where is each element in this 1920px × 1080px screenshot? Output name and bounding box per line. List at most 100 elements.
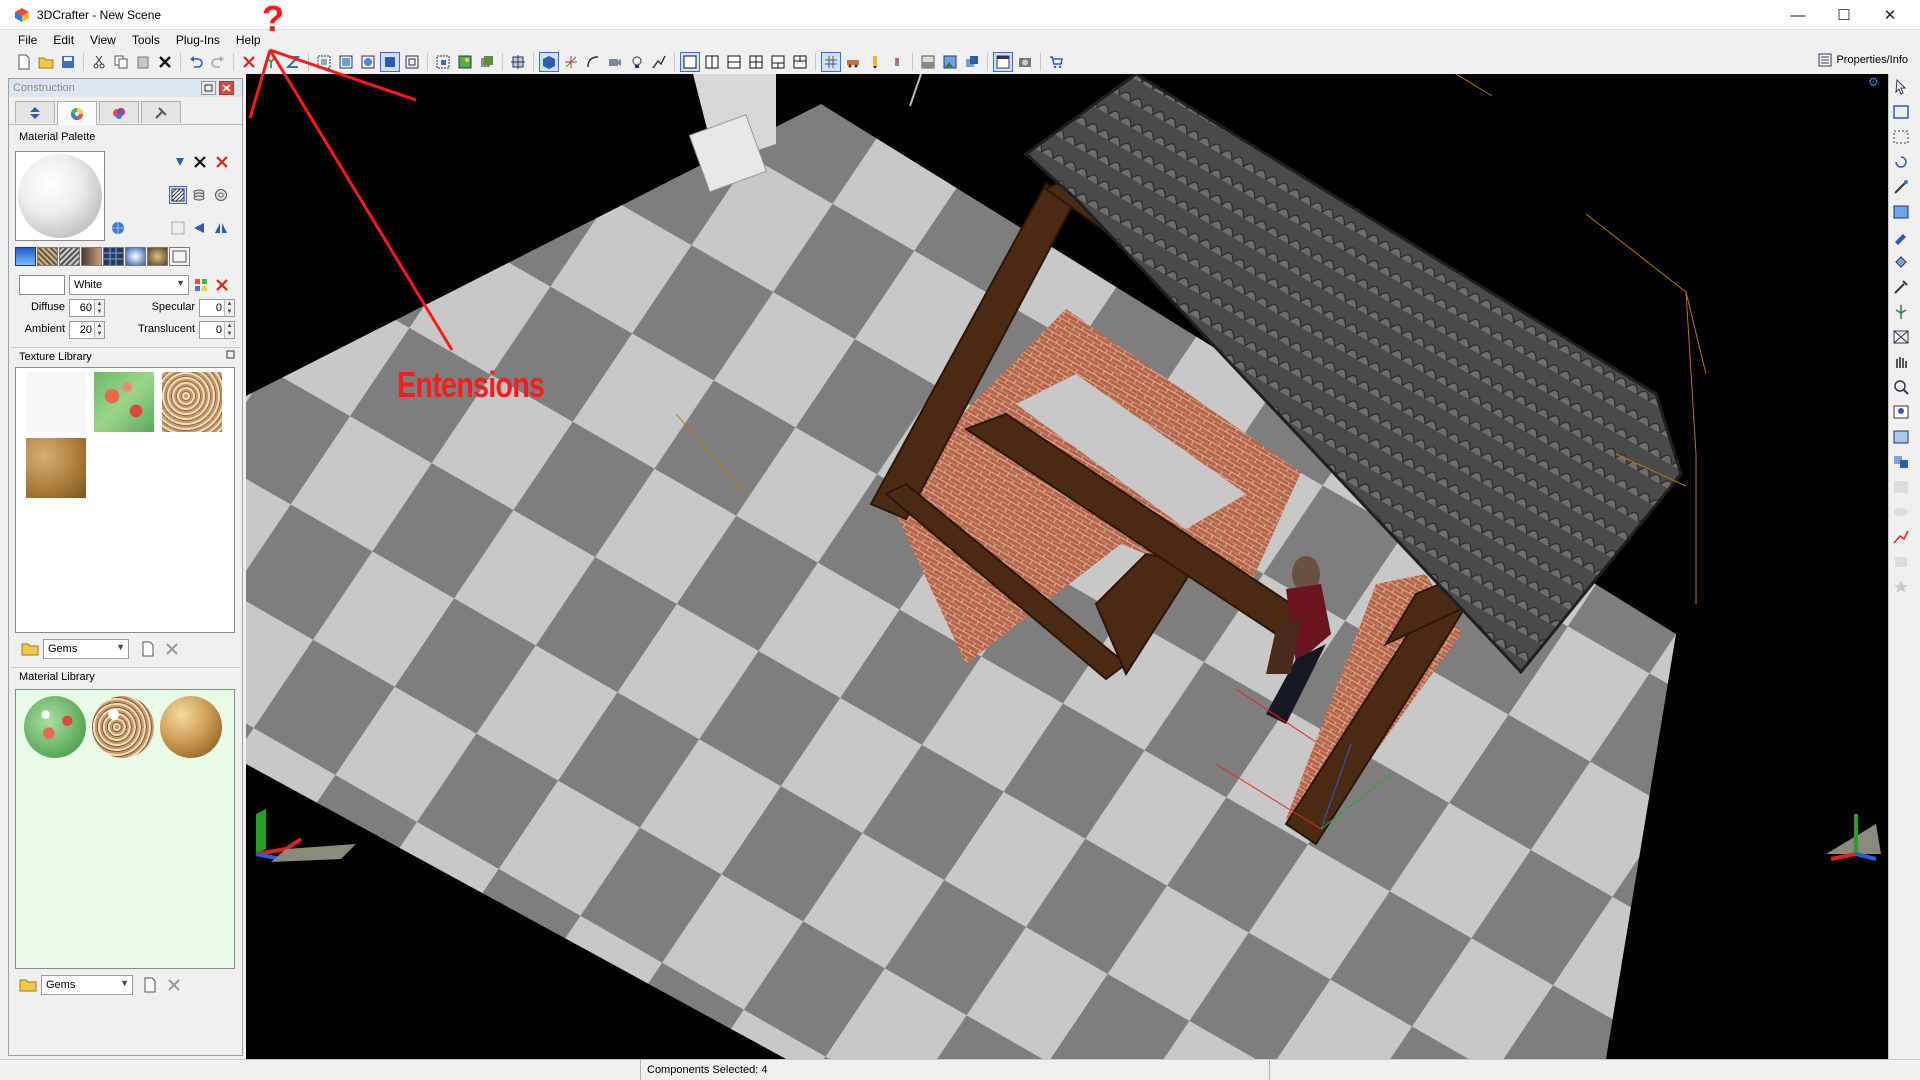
remove-red-x-icon[interactable] bbox=[239, 52, 259, 72]
texture-thumb-speckled[interactable] bbox=[162, 372, 222, 432]
new-file-icon[interactable] bbox=[14, 52, 34, 72]
shopping-cart-icon[interactable] bbox=[1046, 52, 1066, 72]
map-color-icon[interactable] bbox=[15, 247, 36, 266]
material-color-dropdown[interactable]: White ▼ bbox=[69, 275, 189, 295]
map-grid-icon[interactable] bbox=[103, 247, 124, 266]
select-arrow-icon[interactable] bbox=[1891, 78, 1911, 96]
copy-icon[interactable] bbox=[111, 52, 131, 72]
clear-material-icon[interactable] bbox=[191, 153, 209, 171]
mirror-left-icon[interactable] bbox=[190, 219, 208, 237]
specular-input[interactable]: 0 ▲ ▼ bbox=[199, 299, 235, 317]
layout-three-top-icon[interactable] bbox=[790, 52, 810, 72]
translucent-input[interactable]: 0 ▲ ▼ bbox=[199, 321, 235, 339]
material-preview[interactable] bbox=[15, 151, 105, 241]
menu-plug-ins[interactable]: Plug-Ins bbox=[168, 33, 228, 47]
layers-stack-icon[interactable] bbox=[190, 186, 208, 204]
spin-arrows-icon[interactable]: ▲ ▼ bbox=[224, 322, 234, 338]
minimize-button[interactable]: — bbox=[1775, 0, 1821, 30]
grid-toggle-icon[interactable] bbox=[821, 52, 841, 72]
layout-two-horizontal-icon[interactable] bbox=[724, 52, 744, 72]
tag-icon[interactable] bbox=[887, 52, 907, 72]
material-color-swatch[interactable] bbox=[19, 275, 65, 295]
render-region-icon[interactable] bbox=[962, 52, 982, 72]
ambient-input[interactable]: 20 ▲ ▼ bbox=[69, 321, 105, 339]
panel-close-button[interactable] bbox=[219, 81, 234, 95]
rotate-icon[interactable] bbox=[1891, 153, 1911, 171]
layout-four-icon[interactable] bbox=[746, 52, 766, 72]
map-sphere-icon[interactable] bbox=[147, 247, 168, 266]
remove-color-icon[interactable] bbox=[213, 276, 231, 294]
tab-painting[interactable] bbox=[99, 101, 139, 123]
graph-line-icon[interactable] bbox=[1891, 528, 1911, 546]
menu-file[interactable]: File bbox=[10, 33, 45, 47]
texture-view-icon[interactable] bbox=[455, 52, 475, 72]
tab-tools[interactable] bbox=[141, 101, 181, 123]
background-icon[interactable] bbox=[918, 52, 938, 72]
pencil-icon[interactable] bbox=[865, 52, 885, 72]
eyedropper-tool-icon[interactable] bbox=[1891, 278, 1911, 296]
zoom-all-icon[interactable] bbox=[358, 52, 378, 72]
pan-hand-icon[interactable] bbox=[1891, 353, 1911, 371]
group-select-icon[interactable] bbox=[1891, 453, 1911, 471]
axis-z-icon[interactable] bbox=[283, 52, 303, 72]
select-box-icon[interactable] bbox=[1891, 103, 1911, 121]
properties-info-button[interactable]: Properties/Info bbox=[1818, 53, 1908, 67]
undo-icon[interactable] bbox=[186, 52, 206, 72]
texture-thumb-leather[interactable] bbox=[26, 438, 86, 498]
save-icon[interactable] bbox=[58, 52, 78, 72]
paint-brush-icon[interactable] bbox=[1891, 228, 1911, 246]
magic-wand-icon[interactable] bbox=[1891, 178, 1911, 196]
pivot-icon[interactable] bbox=[508, 52, 528, 72]
image-icon[interactable] bbox=[1891, 203, 1911, 221]
fit-view-icon[interactable] bbox=[402, 52, 422, 72]
spin-arrows-icon[interactable]: ▲ ▼ bbox=[224, 300, 234, 316]
material-ball-leather[interactable] bbox=[160, 696, 222, 758]
cut-icon[interactable] bbox=[89, 52, 109, 72]
tile-texture-icon[interactable] bbox=[169, 219, 187, 237]
material-ball-green-stone[interactable] bbox=[24, 696, 86, 758]
layout-single-icon[interactable] bbox=[680, 52, 700, 72]
axis-y-icon[interactable] bbox=[261, 52, 281, 72]
select-dashed-icon[interactable] bbox=[1891, 128, 1911, 146]
texture-category-dropdown[interactable]: Gems ▼ bbox=[43, 639, 129, 659]
map-glow-icon[interactable] bbox=[125, 247, 146, 266]
snapshot-icon[interactable] bbox=[1015, 52, 1035, 72]
vehicle-icon[interactable] bbox=[843, 52, 863, 72]
redo-icon[interactable] bbox=[208, 52, 228, 72]
map-texture-icon[interactable] bbox=[37, 247, 58, 266]
menu-view[interactable]: View bbox=[82, 33, 124, 47]
solid-render-icon[interactable] bbox=[539, 52, 559, 72]
pin-icon[interactable] bbox=[225, 349, 237, 361]
folder-open-icon[interactable] bbox=[19, 977, 37, 993]
bend-tool-icon[interactable] bbox=[583, 52, 603, 72]
3d-viewport[interactable]: ⚙ bbox=[246, 74, 1888, 1059]
map-pattern-icon[interactable] bbox=[169, 247, 190, 266]
folder-open-icon[interactable] bbox=[21, 641, 39, 657]
layers-view-icon[interactable] bbox=[477, 52, 497, 72]
texture-thumb-white[interactable] bbox=[26, 372, 86, 432]
material-category-dropdown[interactable]: Gems ▼ bbox=[41, 975, 133, 995]
new-page-icon[interactable] bbox=[139, 641, 157, 657]
sphere-preview-icon[interactable] bbox=[212, 186, 230, 204]
open-folder-icon[interactable] bbox=[36, 52, 56, 72]
disabled-tool-icon[interactable] bbox=[1891, 478, 1911, 496]
new-page-icon[interactable] bbox=[141, 977, 159, 993]
path-tool-icon[interactable] bbox=[649, 52, 669, 72]
paste-icon[interactable] bbox=[133, 52, 153, 72]
zoom-selected-icon[interactable] bbox=[336, 52, 356, 72]
delete-category-icon[interactable] bbox=[163, 641, 181, 657]
delete-material-icon[interactable] bbox=[213, 153, 231, 171]
select-region-icon[interactable] bbox=[433, 52, 453, 72]
fit-frame-icon[interactable] bbox=[1891, 328, 1911, 346]
map-wood-icon[interactable] bbox=[81, 247, 102, 266]
diffuse-input[interactable]: 60 ▲ ▼ bbox=[69, 299, 105, 317]
disabled-star-icon[interactable] bbox=[1891, 578, 1911, 596]
tab-materials[interactable] bbox=[57, 101, 97, 125]
paint-bucket-icon[interactable] bbox=[1891, 253, 1911, 271]
layout-two-vertical-icon[interactable] bbox=[702, 52, 722, 72]
zoom-magnifier-icon[interactable] bbox=[1891, 378, 1911, 396]
layer-select-icon[interactable] bbox=[1891, 428, 1911, 446]
menu-tools[interactable]: Tools bbox=[124, 33, 168, 47]
spin-arrows-icon[interactable]: ▲ ▼ bbox=[94, 300, 104, 316]
close-button[interactable]: ✕ bbox=[1867, 0, 1913, 30]
